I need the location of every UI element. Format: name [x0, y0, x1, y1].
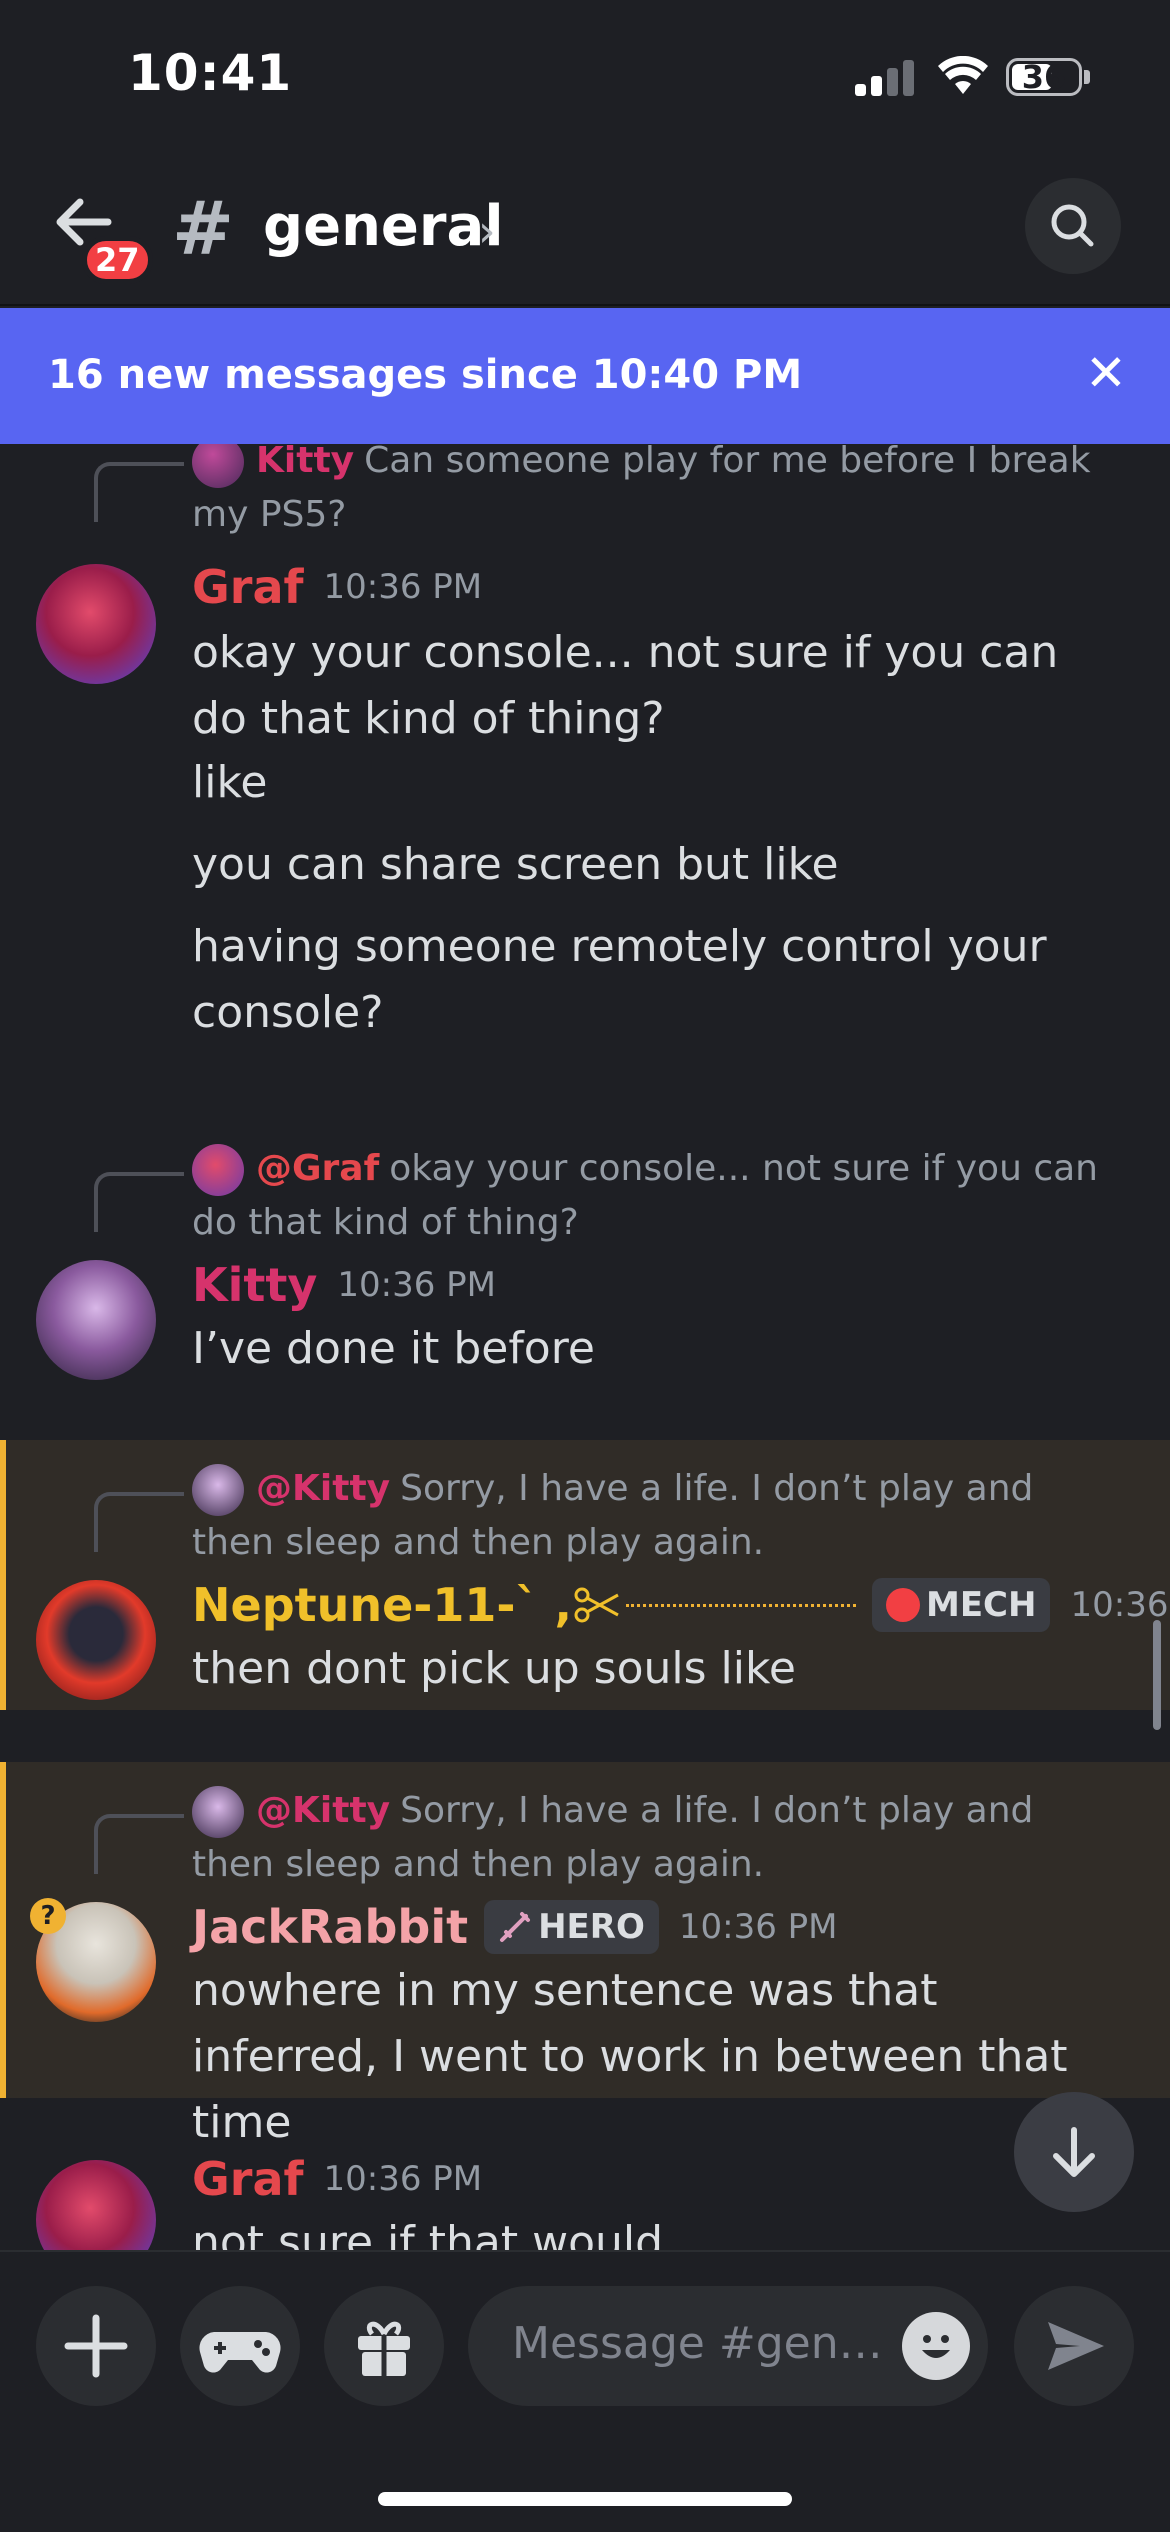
avatar	[192, 1786, 244, 1838]
timestamp: 10:36 PM	[1070, 1585, 1170, 1625]
search-button[interactable]	[1025, 178, 1121, 274]
message-group: @Kitty Sorry, I have a life. I don’t play…	[0, 1762, 1170, 2148]
gift-button[interactable]	[324, 2286, 444, 2406]
reply-reference[interactable]: @Kitty Sorry, I have a life. I don’t play…	[192, 1784, 1112, 1892]
scrollbar[interactable]	[1153, 1620, 1161, 1730]
role-tag: HERO	[484, 1900, 659, 1954]
message-group: Graf 10:36 PM not sure if that would	[0, 2144, 1170, 2250]
channel-title[interactable]: general	[263, 194, 504, 259]
reply-reference[interactable]: Kitty Can someone play for me before I br…	[192, 444, 1112, 542]
arrow-down-icon	[1053, 2127, 1095, 2177]
wifi-icon	[938, 56, 988, 94]
reply-author: Kitty	[256, 444, 355, 481]
sword-icon	[498, 1910, 532, 1944]
message-input[interactable]: Message #gene...	[468, 2286, 988, 2406]
channel-header: 27 # general ›	[0, 150, 1170, 306]
gift-icon	[358, 2321, 410, 2376]
message-group: @Graf okay your console... not sure if yo…	[0, 1120, 1170, 1410]
home-indicator	[378, 2492, 792, 2506]
role-tag: MECH	[872, 1578, 1051, 1632]
emoji-picker-button[interactable]	[902, 2312, 970, 2380]
jump-to-bottom-button[interactable]	[1014, 2092, 1134, 2212]
message-text: nowhere in my sentence was that inferred…	[192, 1965, 1068, 2148]
message-text: then dont pick up souls like	[192, 1643, 796, 1694]
close-icon[interactable]: ✕	[1078, 338, 1134, 408]
scissors-icon	[574, 1587, 619, 1623]
status-time: 10:41	[128, 44, 293, 102]
message-placeholder: Message #gene...	[512, 2318, 902, 2369]
timestamp: 10:36 PM	[323, 567, 483, 607]
decoration-line	[626, 1603, 856, 1607]
activities-button[interactable]	[180, 2286, 300, 2406]
emoji-icon	[922, 2335, 950, 2358]
avatar[interactable]	[36, 1580, 156, 1700]
battery-level: 36	[1021, 58, 1067, 96]
send-icon	[1048, 2322, 1104, 2370]
timestamp: 10:36 PM	[323, 2159, 483, 2199]
message-text: like	[192, 757, 268, 808]
reply-author: @Graf	[256, 1148, 380, 1189]
reply-author: @Kitty	[256, 1790, 391, 1831]
avatar[interactable]	[36, 2160, 156, 2250]
message-text: I’ve done it before	[192, 1323, 595, 1374]
reply-author: @Kitty	[256, 1468, 391, 1509]
avatar	[192, 1464, 244, 1516]
new-messages-text: 16 new messages since 10:40 PM	[48, 352, 803, 398]
avatar	[192, 444, 244, 488]
reply-reference[interactable]: @Graf okay your console... not sure if yo…	[192, 1142, 1112, 1250]
search-icon	[1051, 204, 1094, 247]
author-name[interactable]: JackRabbit	[192, 1900, 468, 1954]
avatar[interactable]	[36, 1260, 156, 1380]
author-name[interactable]: Kitty	[192, 1258, 317, 1312]
chevron-right-icon[interactable]: ›	[478, 206, 496, 257]
author-name[interactable]: Graf	[192, 560, 304, 614]
skull-icon	[886, 1588, 920, 1622]
help-badge-icon: ?	[30, 1898, 66, 1934]
author-name[interactable]: Graf	[192, 2152, 304, 2206]
author-name[interactable]: Neptune-11-` ,	[192, 1578, 572, 1632]
avatar[interactable]	[36, 564, 156, 684]
timestamp: 10:36 PM	[337, 1265, 497, 1305]
send-button[interactable]	[1014, 2286, 1134, 2406]
message-text: not sure if that would	[192, 2217, 664, 2250]
gamepad-icon	[199, 2332, 281, 2373]
new-messages-banner[interactable]: 16 new messages since 10:40 PM ✕	[0, 308, 1170, 444]
add-attachment-button[interactable]	[36, 2286, 156, 2406]
message-text: you can share screen but like	[192, 839, 839, 890]
message-composer: Message #gene...	[0, 2250, 1170, 2532]
status-bar: 10:41 36	[0, 0, 1170, 150]
plus-icon	[64, 2314, 128, 2378]
battery-icon: 36	[1006, 58, 1082, 96]
message-list[interactable]: Kitty Can someone play for me before I br…	[0, 444, 1170, 2250]
message-text: having someone remotely control your con…	[192, 921, 1047, 1038]
cellular-signal-icon	[855, 60, 915, 96]
message-group: @Kitty Sorry, I have a life. I don’t play…	[0, 1440, 1170, 1710]
message-group: Kitty Can someone play for me before I br…	[0, 444, 1170, 1124]
timestamp: 10:36 PM	[678, 1907, 838, 1947]
avatar	[192, 1144, 244, 1196]
unread-badge: 27	[82, 236, 153, 284]
message-text: okay your console... not sure if you can…	[192, 627, 1059, 744]
reply-reference[interactable]: @Kitty Sorry, I have a life. I don’t play…	[192, 1462, 1112, 1570]
hashtag-icon: #	[172, 186, 235, 272]
